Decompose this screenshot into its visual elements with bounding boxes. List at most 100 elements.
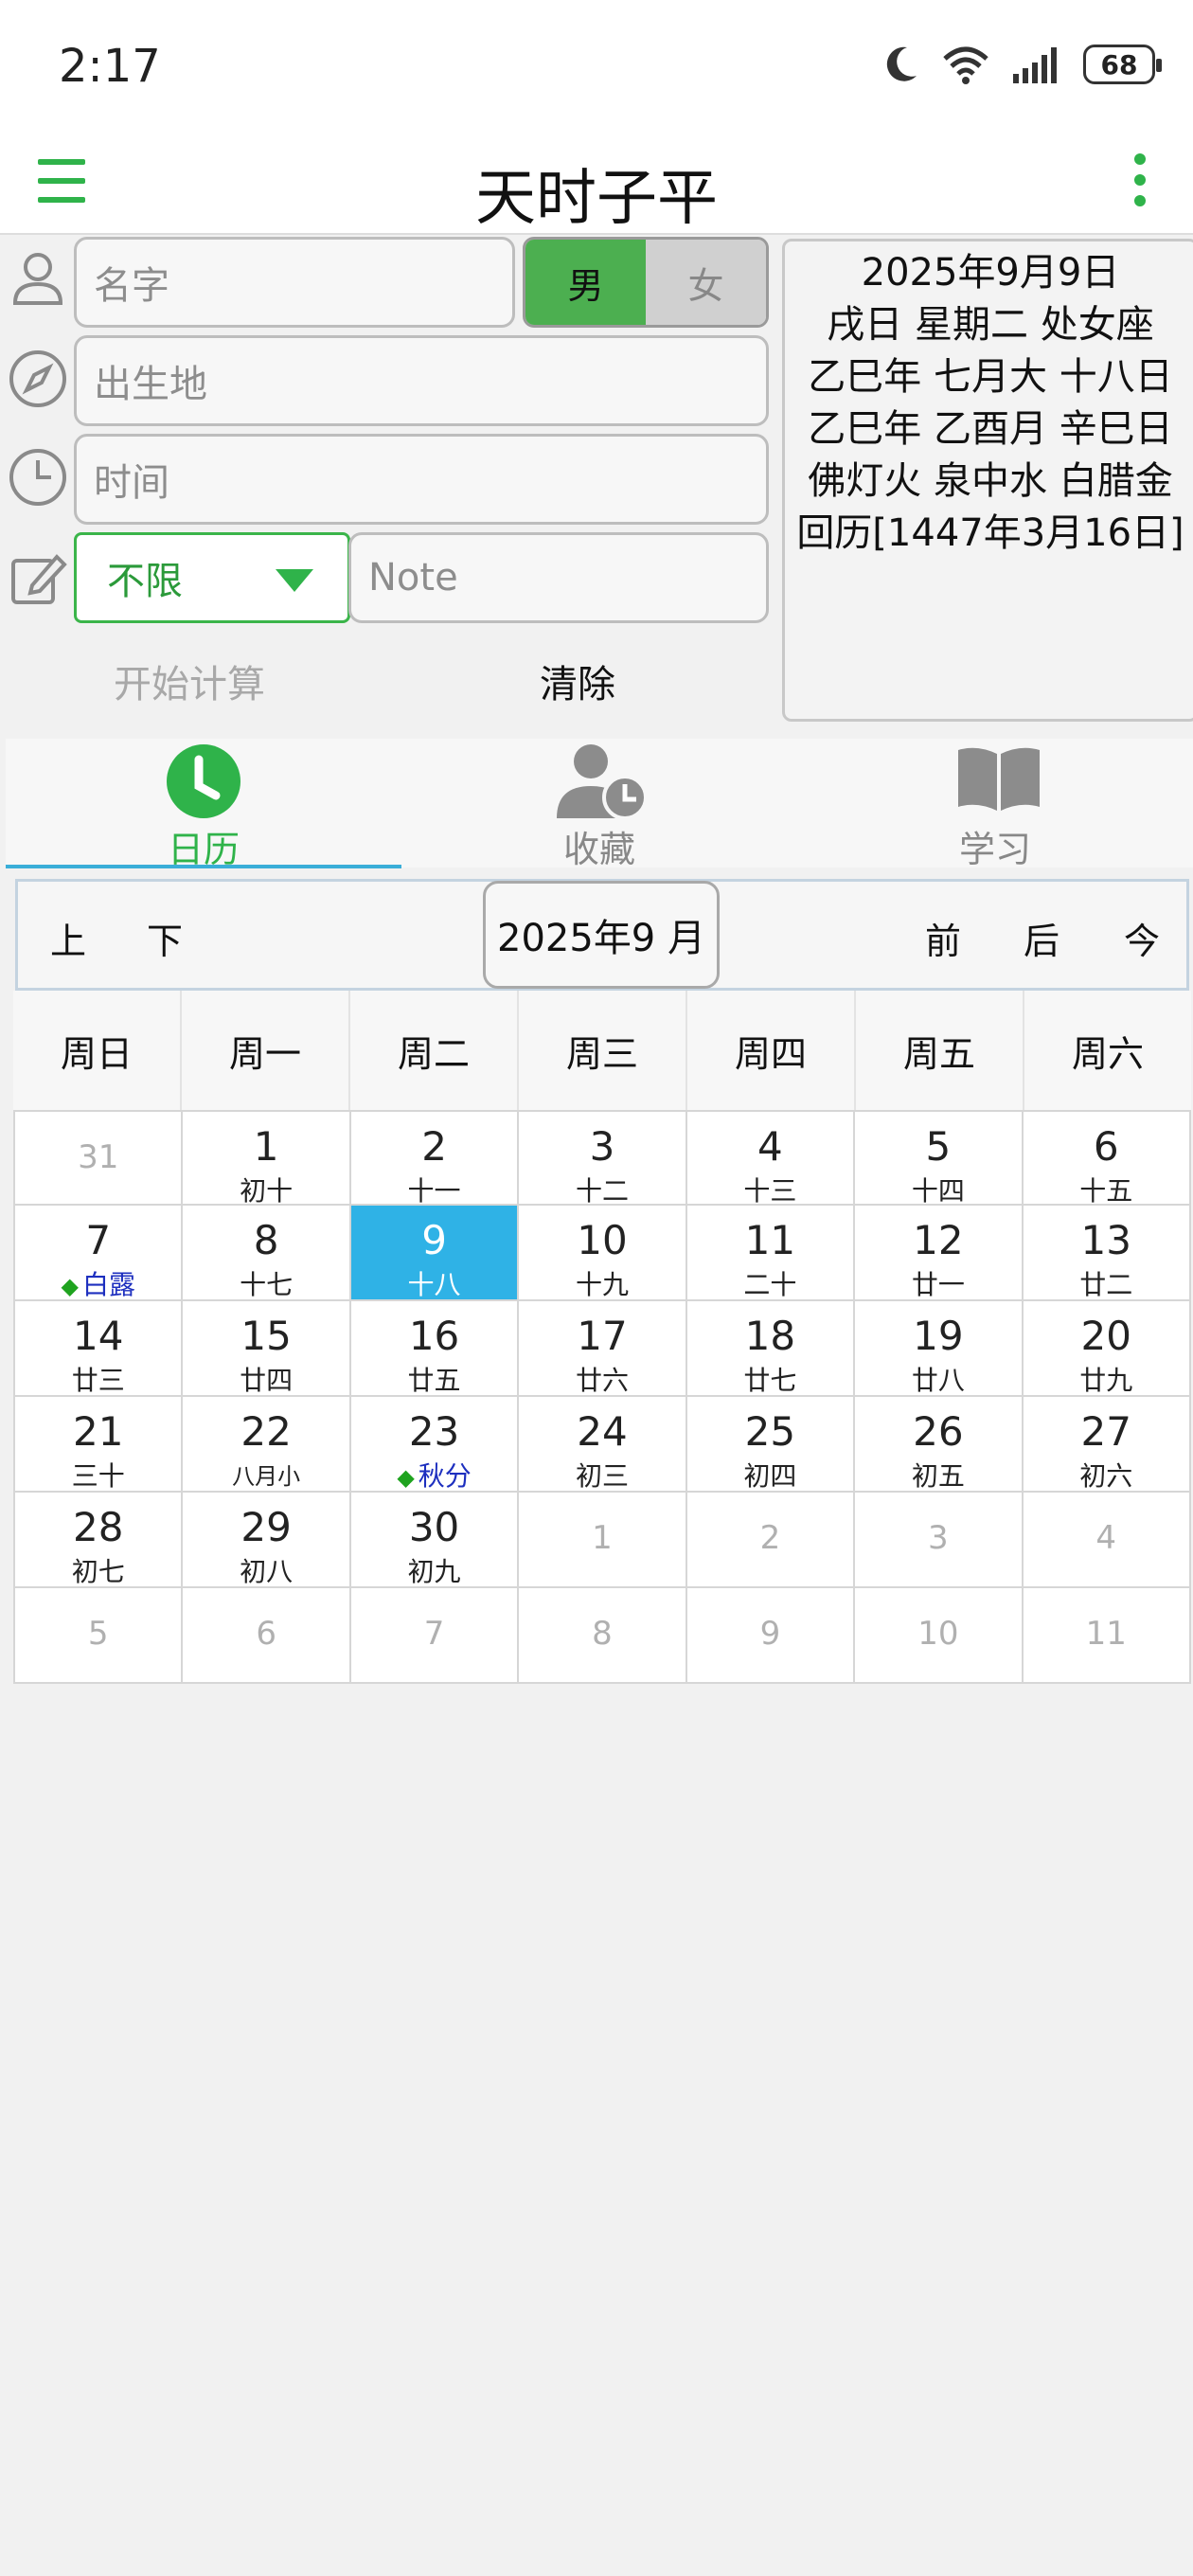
day-number: 4 xyxy=(757,1123,783,1170)
day-number: 18 xyxy=(744,1313,796,1359)
next-month-button[interactable]: 后 xyxy=(1024,912,1059,964)
day-number: 31 xyxy=(78,1138,119,1176)
start-calculation-button[interactable]: 开始计算 xyxy=(114,653,265,708)
calendar-day[interactable]: 19 廿八 xyxy=(855,1301,1024,1397)
weekday-header: 周日 周一 周二 周三 周四 周五 周六 xyxy=(13,991,1191,1110)
calendar-day[interactable]: 15 廿四 xyxy=(183,1301,351,1397)
calendar-day[interactable]: 2 十一 xyxy=(350,1110,520,1207)
calendar-day[interactable]: 10 十九 xyxy=(519,1206,687,1301)
lunar-date: 十五 xyxy=(1079,1175,1133,1207)
day-number: 7 xyxy=(85,1217,112,1263)
calendar-day-today[interactable]: 9 十八 xyxy=(350,1206,520,1301)
calendar-day[interactable]: 7 xyxy=(350,1588,520,1684)
day-number: 20 xyxy=(1080,1313,1131,1359)
day-number: 17 xyxy=(577,1313,628,1359)
gender-female-button[interactable]: 女 xyxy=(646,240,766,325)
calendar-week-row: 14 廿三 15 廿四 16 廿五 17 廿六 18 廿七 19 廿八 20 廿九 xyxy=(13,1301,1191,1397)
calendar-day[interactable]: 22 八月小 xyxy=(183,1397,351,1493)
calendar-day[interactable]: 24 初三 xyxy=(519,1397,687,1493)
calendar-day[interactable]: 25 初四 xyxy=(686,1397,856,1493)
weekday-label: 周三 xyxy=(519,991,687,1110)
lunar-date: 二十 xyxy=(743,1269,797,1300)
calendar-day[interactable]: 9 xyxy=(686,1588,856,1684)
day-number: 3 xyxy=(589,1123,615,1170)
name-input[interactable]: 名字 xyxy=(74,237,515,328)
calendar-day[interactable]: 28 初七 xyxy=(13,1493,184,1588)
calendar-day[interactable]: 16 廿五 xyxy=(350,1301,520,1397)
weekday-label: 周四 xyxy=(687,991,856,1110)
calendar-day[interactable]: 11 xyxy=(1023,1588,1191,1684)
calendar-day[interactable]: 31 xyxy=(13,1110,184,1206)
tab-calendar[interactable]: 日历 xyxy=(6,739,401,870)
solar-term-label: 白露 xyxy=(15,1264,181,1302)
gender-male-button[interactable]: 男 xyxy=(525,240,646,325)
time-input[interactable]: 时间 xyxy=(74,434,769,525)
tab-learn[interactable]: 学习 xyxy=(797,739,1193,870)
weekday-label: 周日 xyxy=(13,991,182,1110)
calendar-day[interactable]: 13 廿二 xyxy=(1023,1206,1191,1301)
day-number: 7 xyxy=(423,1615,445,1653)
calendar-day[interactable]: 11 二十 xyxy=(686,1206,856,1301)
calendar-day[interactable]: 26 初五 xyxy=(855,1397,1024,1493)
today-button[interactable]: 今 xyxy=(1124,912,1160,964)
lunar-date: 廿九 xyxy=(1079,1365,1133,1396)
day-number: 3 xyxy=(928,1519,949,1557)
calendar-week-row: 28 初七 29 初八 30 初九 1 2 3 4 xyxy=(13,1493,1191,1588)
calendar-day[interactable]: 5 十四 xyxy=(855,1110,1024,1207)
calendar-day[interactable]: 8 十七 xyxy=(183,1206,351,1301)
lunar-date: 廿三 xyxy=(71,1365,125,1396)
birthplace-input[interactable]: 出生地 xyxy=(74,335,769,426)
lunar-date: 十一 xyxy=(407,1175,461,1207)
calendar-day[interactable]: 12 廿一 xyxy=(855,1206,1024,1301)
calendar-day[interactable]: 20 廿九 xyxy=(1023,1301,1191,1397)
day-number: 25 xyxy=(744,1408,796,1455)
info-line: 戌日 星期二 处女座 xyxy=(827,303,1154,347)
day-number: 26 xyxy=(913,1408,964,1455)
lunar-date: 初八 xyxy=(240,1556,294,1587)
calendar-day[interactable]: 1 xyxy=(519,1493,687,1588)
day-number: 1 xyxy=(592,1519,613,1557)
calendar-day[interactable]: 30 初九 xyxy=(350,1493,520,1588)
clear-button[interactable]: 清除 xyxy=(540,653,615,708)
calendar-day[interactable]: 4 十三 xyxy=(686,1110,856,1207)
calendar-day[interactable]: 21 三十 xyxy=(13,1397,184,1493)
more-options-icon[interactable] xyxy=(1134,153,1148,216)
calendar-day[interactable]: 7白露 xyxy=(13,1206,184,1302)
info-line: 乙巳年 七月大 十八日 xyxy=(808,355,1173,399)
weekday-label: 周六 xyxy=(1071,1032,1144,1075)
calendar-day[interactable]: 18 廿七 xyxy=(686,1301,856,1397)
filter-dropdown[interactable]: 不限 xyxy=(74,532,350,623)
calendar-day[interactable]: 5 xyxy=(13,1588,184,1684)
calendar-week-row: 31 1 初十 2 十一 3 十二 4 十三 5 十四 6 十五 xyxy=(13,1110,1191,1207)
weekday-label: 周五 xyxy=(856,991,1024,1110)
calendar-grid: 周日 周一 周二 周三 周四 周五 周六 31 1 初十 2 十一 3 十二 4 十三 5 十四 6 十… xyxy=(13,991,1191,1684)
calendar-day[interactable]: 23秋分 xyxy=(350,1397,520,1493)
lunar-date: 十二 xyxy=(575,1175,629,1207)
calendar-day[interactable]: 1 初十 xyxy=(183,1110,351,1207)
prev-month-button[interactable]: 前 xyxy=(925,912,961,964)
calendar-day[interactable]: 17 廿六 xyxy=(519,1301,687,1397)
prev-year-button[interactable]: 上 xyxy=(50,912,86,964)
calendar-day[interactable]: 6 xyxy=(183,1588,351,1684)
tab-favorites[interactable]: 收藏 xyxy=(401,739,797,870)
calendar-day[interactable]: 6 十五 xyxy=(1023,1110,1191,1207)
day-number: 30 xyxy=(408,1504,460,1550)
calendar-day[interactable]: 27 初六 xyxy=(1023,1397,1191,1493)
status-time: 2:17 xyxy=(59,40,161,93)
calendar-day[interactable]: 10 xyxy=(855,1588,1024,1684)
note-input[interactable]: Note xyxy=(348,532,769,623)
calendar-day[interactable]: 8 xyxy=(519,1588,687,1684)
calendar-day[interactable]: 14 廿三 xyxy=(13,1301,184,1397)
calendar-day[interactable]: 3 xyxy=(855,1493,1024,1588)
calendar-day[interactable]: 2 xyxy=(686,1493,856,1588)
calendar-day[interactable]: 3 十二 xyxy=(519,1110,687,1207)
calendar-day[interactable]: 4 xyxy=(1023,1493,1191,1588)
wifi-icon xyxy=(943,46,988,84)
lunar-date: 廿四 xyxy=(240,1365,294,1396)
next-year-button[interactable]: 下 xyxy=(147,912,183,964)
calendar-day[interactable]: 29 初八 xyxy=(183,1493,351,1588)
month-selector[interactable]: 2025年9 月 xyxy=(483,881,720,989)
day-number: 16 xyxy=(408,1313,460,1359)
weekday-label: 周二 xyxy=(350,991,519,1110)
app-title: 天时子平 xyxy=(475,164,718,234)
